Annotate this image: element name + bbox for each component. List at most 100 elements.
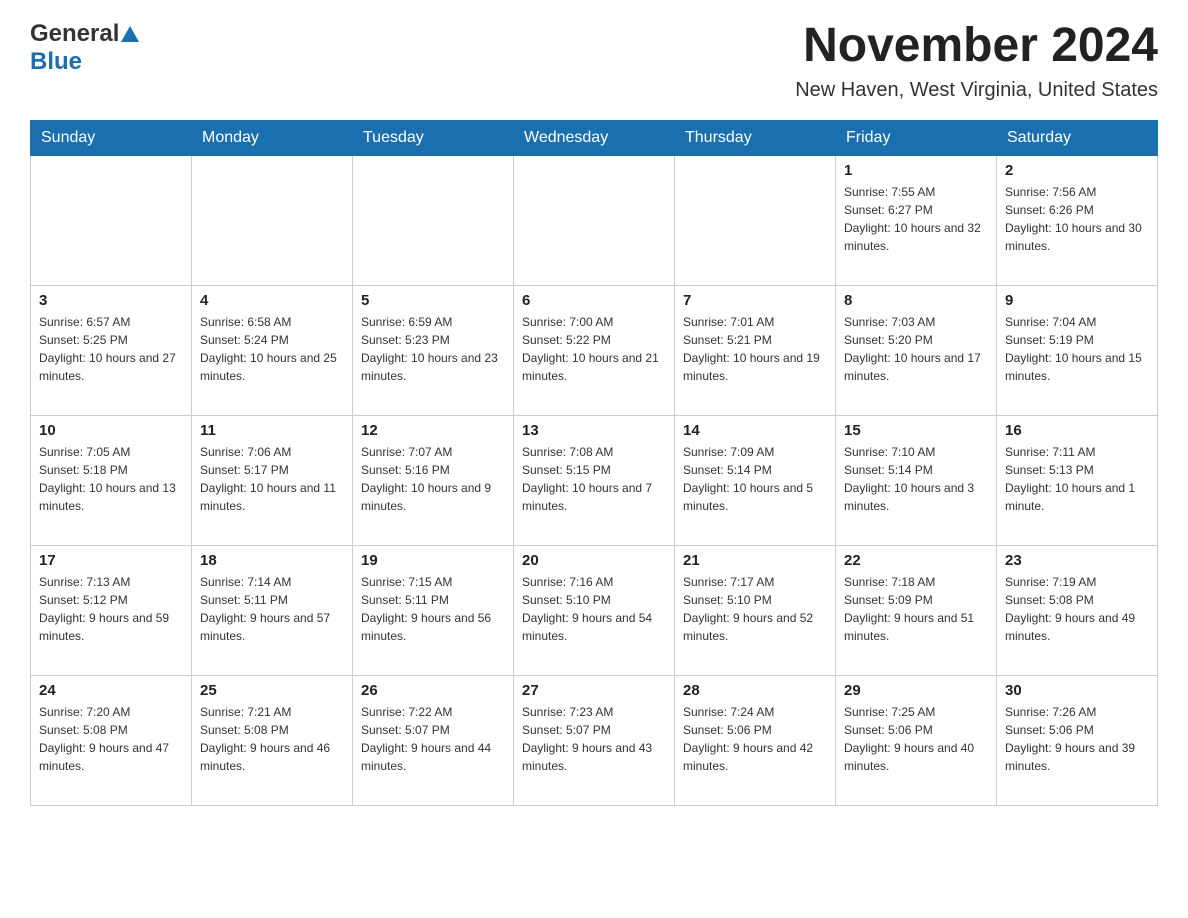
- calendar-cell: 19 Sunrise: 7:15 AMSunset: 5:11 PMDayligh…: [353, 545, 514, 675]
- day-number: 11: [200, 422, 344, 439]
- calendar-cell: 14 Sunrise: 7:09 AMSunset: 5:14 PMDayligh…: [675, 415, 836, 545]
- day-info: Sunrise: 7:26 AMSunset: 5:06 PMDaylight:…: [1005, 703, 1149, 775]
- col-header-saturday: Saturday: [997, 120, 1158, 155]
- day-info: Sunrise: 7:55 AMSunset: 6:27 PMDaylight:…: [844, 183, 988, 255]
- day-number: 24: [39, 682, 183, 699]
- col-header-thursday: Thursday: [675, 120, 836, 155]
- calendar-cell: [353, 155, 514, 285]
- calendar-cell: 5 Sunrise: 6:59 AMSunset: 5:23 PMDaylight…: [353, 285, 514, 415]
- day-info: Sunrise: 7:20 AMSunset: 5:08 PMDaylight:…: [39, 703, 183, 775]
- calendar-cell: 28 Sunrise: 7:24 AMSunset: 5:06 PMDayligh…: [675, 675, 836, 805]
- day-number: 19: [361, 552, 505, 569]
- day-number: 26: [361, 682, 505, 699]
- day-info: Sunrise: 7:22 AMSunset: 5:07 PMDaylight:…: [361, 703, 505, 775]
- calendar-cell: 9 Sunrise: 7:04 AMSunset: 5:19 PMDaylight…: [997, 285, 1158, 415]
- calendar-cell: 13 Sunrise: 7:08 AMSunset: 5:15 PMDayligh…: [514, 415, 675, 545]
- calendar-cell: 22Sunrise: 7:18 AMSunset: 5:09 PMDayligh…: [836, 545, 997, 675]
- calendar-week-row: 10Sunrise: 7:05 AMSunset: 5:18 PMDayligh…: [31, 415, 1158, 545]
- day-number: 21: [683, 552, 827, 569]
- day-info: Sunrise: 7:04 AMSunset: 5:19 PMDaylight:…: [1005, 313, 1149, 385]
- calendar-cell: [675, 155, 836, 285]
- calendar-cell: 11Sunrise: 7:06 AMSunset: 5:17 PMDayligh…: [192, 415, 353, 545]
- day-number: 28: [683, 682, 827, 699]
- calendar-cell: 17Sunrise: 7:13 AMSunset: 5:12 PMDayligh…: [31, 545, 192, 675]
- day-number: 10: [39, 422, 183, 439]
- calendar-cell: 12Sunrise: 7:07 AMSunset: 5:16 PMDayligh…: [353, 415, 514, 545]
- day-number: 3: [39, 292, 183, 309]
- calendar-week-row: 3 Sunrise: 6:57 AMSunset: 5:25 PMDaylight…: [31, 285, 1158, 415]
- day-info: Sunrise: 6:59 AMSunset: 5:23 PMDaylight:…: [361, 313, 505, 385]
- calendar-week-row: 24 Sunrise: 7:20 AMSunset: 5:08 PMDayligh…: [31, 675, 1158, 805]
- day-number: 18: [200, 552, 344, 569]
- calendar-cell: 7 Sunrise: 7:01 AMSunset: 5:21 PMDaylight…: [675, 285, 836, 415]
- calendar-table: SundayMondayTuesdayWednesdayThursdayFrid…: [30, 120, 1158, 806]
- day-info: Sunrise: 6:58 AMSunset: 5:24 PMDaylight:…: [200, 313, 344, 385]
- calendar-cell: [192, 155, 353, 285]
- day-number: 27: [522, 682, 666, 699]
- logo-triangle-icon: [121, 26, 139, 42]
- day-number: 1: [844, 162, 988, 179]
- day-info: Sunrise: 7:17 AMSunset: 5:10 PMDaylight:…: [683, 573, 827, 645]
- day-info: Sunrise: 7:15 AMSunset: 5:11 PMDaylight:…: [361, 573, 505, 645]
- day-number: 7: [683, 292, 827, 309]
- day-number: 8: [844, 292, 988, 309]
- calendar-cell: 18 Sunrise: 7:14 AMSunset: 5:11 PMDayligh…: [192, 545, 353, 675]
- day-number: 16: [1005, 422, 1149, 439]
- calendar-cell: 30 Sunrise: 7:26 AMSunset: 5:06 PMDayligh…: [997, 675, 1158, 805]
- calendar-header-row: SundayMondayTuesdayWednesdayThursdayFrid…: [31, 120, 1158, 155]
- day-number: 9: [1005, 292, 1149, 309]
- day-number: 15: [844, 422, 988, 439]
- calendar-cell: 15Sunrise: 7:10 AMSunset: 5:14 PMDayligh…: [836, 415, 997, 545]
- calendar-cell: 3 Sunrise: 6:57 AMSunset: 5:25 PMDaylight…: [31, 285, 192, 415]
- calendar-cell: 8Sunrise: 7:03 AMSunset: 5:20 PMDaylight…: [836, 285, 997, 415]
- day-info: Sunrise: 6:57 AMSunset: 5:25 PMDaylight:…: [39, 313, 183, 385]
- day-number: 13: [522, 422, 666, 439]
- calendar-cell: 29 Sunrise: 7:25 AMSunset: 5:06 PMDayligh…: [836, 675, 997, 805]
- calendar-cell: 24 Sunrise: 7:20 AMSunset: 5:08 PMDayligh…: [31, 675, 192, 805]
- col-header-tuesday: Tuesday: [353, 120, 514, 155]
- calendar-week-row: 17Sunrise: 7:13 AMSunset: 5:12 PMDayligh…: [31, 545, 1158, 675]
- logo-area: General Blue: [30, 20, 139, 76]
- calendar-cell: [514, 155, 675, 285]
- calendar-cell: 6 Sunrise: 7:00 AMSunset: 5:22 PMDaylight…: [514, 285, 675, 415]
- day-number: 5: [361, 292, 505, 309]
- calendar-cell: 21 Sunrise: 7:17 AMSunset: 5:10 PMDayligh…: [675, 545, 836, 675]
- calendar-cell: 10Sunrise: 7:05 AMSunset: 5:18 PMDayligh…: [31, 415, 192, 545]
- day-number: 23: [1005, 552, 1149, 569]
- calendar-cell: 27 Sunrise: 7:23 AMSunset: 5:07 PMDayligh…: [514, 675, 675, 805]
- day-info: Sunrise: 7:16 AMSunset: 5:10 PMDaylight:…: [522, 573, 666, 645]
- logo-blue-text: Blue: [30, 48, 82, 76]
- day-info: Sunrise: 7:07 AMSunset: 5:16 PMDaylight:…: [361, 443, 505, 515]
- day-number: 14: [683, 422, 827, 439]
- calendar-week-row: 1 Sunrise: 7:55 AMSunset: 6:27 PMDaylight…: [31, 155, 1158, 285]
- day-number: 25: [200, 682, 344, 699]
- calendar-cell: 4 Sunrise: 6:58 AMSunset: 5:24 PMDaylight…: [192, 285, 353, 415]
- location-subtitle: New Haven, West Virginia, United States: [795, 79, 1158, 102]
- calendar-cell: 16 Sunrise: 7:11 AMSunset: 5:13 PMDayligh…: [997, 415, 1158, 545]
- calendar-cell: 2Sunrise: 7:56 AMSunset: 6:26 PMDaylight…: [997, 155, 1158, 285]
- day-info: Sunrise: 7:00 AMSunset: 5:22 PMDaylight:…: [522, 313, 666, 385]
- day-info: Sunrise: 7:01 AMSunset: 5:21 PMDaylight:…: [683, 313, 827, 385]
- day-info: Sunrise: 7:23 AMSunset: 5:07 PMDaylight:…: [522, 703, 666, 775]
- month-title: November 2024: [795, 20, 1158, 73]
- calendar-cell: 1 Sunrise: 7:55 AMSunset: 6:27 PMDaylight…: [836, 155, 997, 285]
- col-header-sunday: Sunday: [31, 120, 192, 155]
- day-number: 17: [39, 552, 183, 569]
- day-info: Sunrise: 7:08 AMSunset: 5:15 PMDaylight:…: [522, 443, 666, 515]
- day-number: 4: [200, 292, 344, 309]
- title-area: November 2024 New Haven, West Virginia, …: [795, 20, 1158, 102]
- col-header-wednesday: Wednesday: [514, 120, 675, 155]
- day-info: Sunrise: 7:14 AMSunset: 5:11 PMDaylight:…: [200, 573, 344, 645]
- calendar-cell: 25Sunrise: 7:21 AMSunset: 5:08 PMDayligh…: [192, 675, 353, 805]
- day-info: Sunrise: 7:09 AMSunset: 5:14 PMDaylight:…: [683, 443, 827, 515]
- day-info: Sunrise: 7:25 AMSunset: 5:06 PMDaylight:…: [844, 703, 988, 775]
- page-header: General Blue November 2024 New Haven, We…: [30, 20, 1158, 102]
- calendar-cell: 20 Sunrise: 7:16 AMSunset: 5:10 PMDayligh…: [514, 545, 675, 675]
- day-number: 6: [522, 292, 666, 309]
- day-info: Sunrise: 7:11 AMSunset: 5:13 PMDaylight:…: [1005, 443, 1149, 515]
- day-number: 20: [522, 552, 666, 569]
- day-number: 30: [1005, 682, 1149, 699]
- day-info: Sunrise: 7:24 AMSunset: 5:06 PMDaylight:…: [683, 703, 827, 775]
- calendar-cell: 26 Sunrise: 7:22 AMSunset: 5:07 PMDayligh…: [353, 675, 514, 805]
- day-number: 29: [844, 682, 988, 699]
